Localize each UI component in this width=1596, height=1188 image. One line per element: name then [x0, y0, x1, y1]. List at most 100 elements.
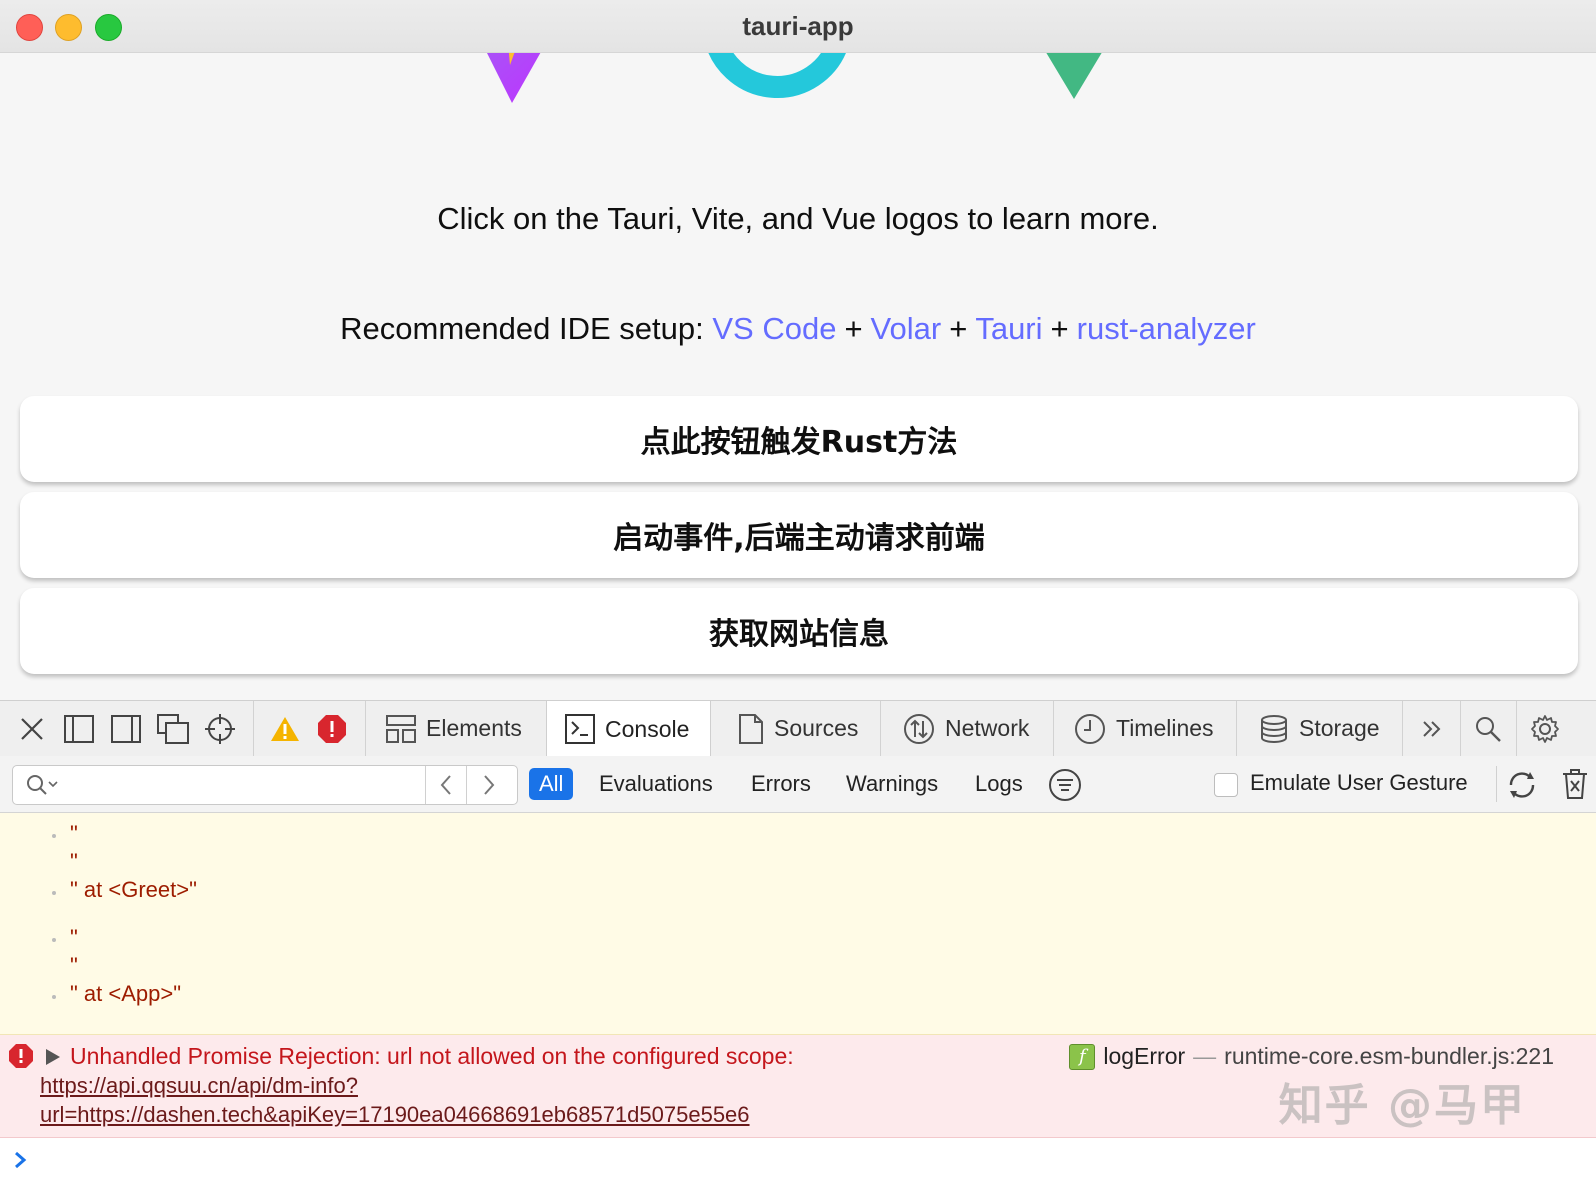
chevron-left-icon[interactable] [435, 772, 459, 802]
warning-line: " at <Greet>" [70, 877, 197, 902]
list-bullet [52, 995, 56, 999]
source-separator: — [1193, 1043, 1217, 1069]
undock-window-icon[interactable] [155, 711, 191, 747]
filter-separator [425, 766, 426, 804]
filter-search-icon [25, 772, 59, 802]
tab-console[interactable]: Console [546, 701, 711, 757]
vue-logo-icon[interactable] [1044, 53, 1104, 101]
warning-line: " [70, 925, 78, 950]
console-filter-field[interactable] [12, 765, 518, 805]
error-url-link[interactable]: https://api.qqsuu.cn/api/dm-info? [40, 1073, 358, 1099]
toolbar-separator [365, 701, 366, 756]
tab-storage-label: Storage [1299, 715, 1380, 741]
network-icon [903, 713, 935, 745]
filter-errors-button[interactable]: Errors [751, 768, 811, 800]
list-bullet [52, 834, 56, 838]
filter-separator [466, 766, 467, 804]
chevron-double-right-icon[interactable] [1414, 711, 1450, 747]
toolbar-separator [1053, 701, 1054, 756]
vscode-link[interactable]: VS Code [712, 311, 836, 346]
dock-left-icon[interactable] [61, 711, 97, 747]
tauri-logo-icon[interactable] [708, 53, 848, 109]
source-file-link[interactable]: runtime-core.esm-bundler.js:221 [1224, 1043, 1554, 1070]
error-source-location[interactable]: f logError — runtime-core.esm-bundler.js… [1069, 1043, 1554, 1070]
fetch-site-info-button[interactable]: 获取网站信息 [20, 588, 1578, 674]
devtools-tab-bar: Elements Console Sources Network Timelin… [0, 700, 1596, 757]
console-output: " " " at <Greet>" " " " at <App>" Unhand… [0, 813, 1596, 1188]
chevron-right-icon[interactable] [476, 772, 500, 802]
tab-elements-label: Elements [426, 715, 522, 741]
toolbar-separator [1460, 701, 1461, 756]
emulate-gesture-label: Emulate User Gesture [1250, 770, 1468, 795]
warning-line: " [70, 849, 78, 874]
function-name: logError [1103, 1043, 1186, 1069]
warning-icon[interactable] [267, 711, 303, 747]
tab-timelines[interactable]: Timelines [1074, 701, 1214, 756]
console-icon [565, 714, 595, 744]
tab-network-label: Network [945, 715, 1030, 741]
error-url-link[interactable]: url=https://dashen.tech&apiKey=17190ea04… [40, 1102, 750, 1128]
toolbar-separator [1236, 701, 1237, 756]
console-filter-input[interactable] [63, 770, 437, 800]
toolbar-separator [1516, 701, 1517, 756]
elements-icon [386, 714, 416, 744]
function-icon: f [1069, 1043, 1096, 1070]
filter-options-icon[interactable] [1048, 768, 1082, 806]
warning-line: " at <App>" [70, 981, 182, 1006]
tauri-link[interactable]: Tauri [975, 311, 1042, 346]
plus-separator: + [1050, 311, 1069, 346]
list-bullet [52, 891, 56, 895]
filter-separator [1496, 766, 1497, 802]
filter-evaluations-button[interactable]: Evaluations [599, 768, 713, 800]
invoke-rust-button[interactable]: 点此按钮触发Rust方法 [20, 396, 1578, 482]
tab-timelines-label: Timelines [1116, 715, 1214, 741]
warning-message: " " " at <Greet>" " " " at <App>" [0, 813, 1596, 1035]
plus-separator: + [949, 311, 968, 346]
filter-logs-button[interactable]: Logs [975, 768, 1023, 800]
filter-warnings-button[interactable]: Warnings [846, 768, 938, 800]
console-prompt[interactable] [10, 1141, 1590, 1181]
error-text: Unhandled Promise Rejection: url not all… [70, 1043, 794, 1069]
error-icon [8, 1043, 34, 1073]
tab-console-label: Console [605, 715, 690, 742]
prompt-chevron-icon [12, 1149, 28, 1175]
plus-separator: + [844, 311, 863, 346]
close-devtools-icon[interactable] [14, 711, 50, 747]
disclosure-triangle-icon[interactable] [44, 1047, 62, 1071]
intro-text: Click on the Tauri, Vite, and Vue logos … [437, 201, 1159, 236]
gear-icon[interactable] [1527, 711, 1563, 747]
emulate-gesture-checkbox[interactable] [1214, 773, 1238, 797]
tab-network[interactable]: Network [903, 701, 1029, 756]
list-bullet [52, 938, 56, 942]
error-icon[interactable] [314, 711, 350, 747]
window-title: tauri-app [742, 11, 854, 41]
search-icon[interactable] [1470, 711, 1506, 747]
window-titlebar: tauri-app [0, 0, 1596, 53]
vite-logo-icon[interactable] [482, 53, 546, 103]
toolbar-separator [1402, 701, 1403, 756]
document-icon [738, 713, 764, 744]
start-event-button[interactable]: 启动事件,后端主动请求前端 [20, 492, 1578, 578]
clear-console-icon[interactable] [1561, 768, 1589, 804]
rust-analyzer-link[interactable]: rust-analyzer [1077, 311, 1256, 346]
volar-link[interactable]: Volar [871, 311, 942, 346]
console-filter-bar: All Evaluations Errors Warnings Logs Emu… [0, 756, 1596, 813]
toolbar-separator [253, 701, 254, 756]
app-content: Click on the Tauri, Vite, and Vue logos … [0, 53, 1596, 700]
reload-icon[interactable] [1505, 768, 1539, 806]
filter-all-button[interactable]: All [529, 768, 574, 800]
tab-storage[interactable]: Storage [1259, 701, 1380, 756]
clock-icon [1074, 713, 1106, 745]
tab-sources-label: Sources [774, 715, 859, 741]
tab-sources[interactable]: Sources [738, 701, 858, 756]
dock-right-icon[interactable] [108, 711, 144, 747]
warning-line: " [70, 821, 78, 846]
ide-setup-text: Recommended IDE setup: VS Code + Volar + Tau… [0, 311, 1596, 347]
watermark-text: 知乎 @马甲 [1278, 1080, 1526, 1131]
toolbar-separator [880, 701, 881, 756]
ide-setup-prefix: Recommended IDE setup: [340, 311, 713, 346]
database-icon [1259, 714, 1289, 744]
inspect-crosshair-icon[interactable] [202, 711, 238, 747]
warning-line: " [70, 953, 78, 978]
tab-elements[interactable]: Elements [386, 701, 522, 756]
